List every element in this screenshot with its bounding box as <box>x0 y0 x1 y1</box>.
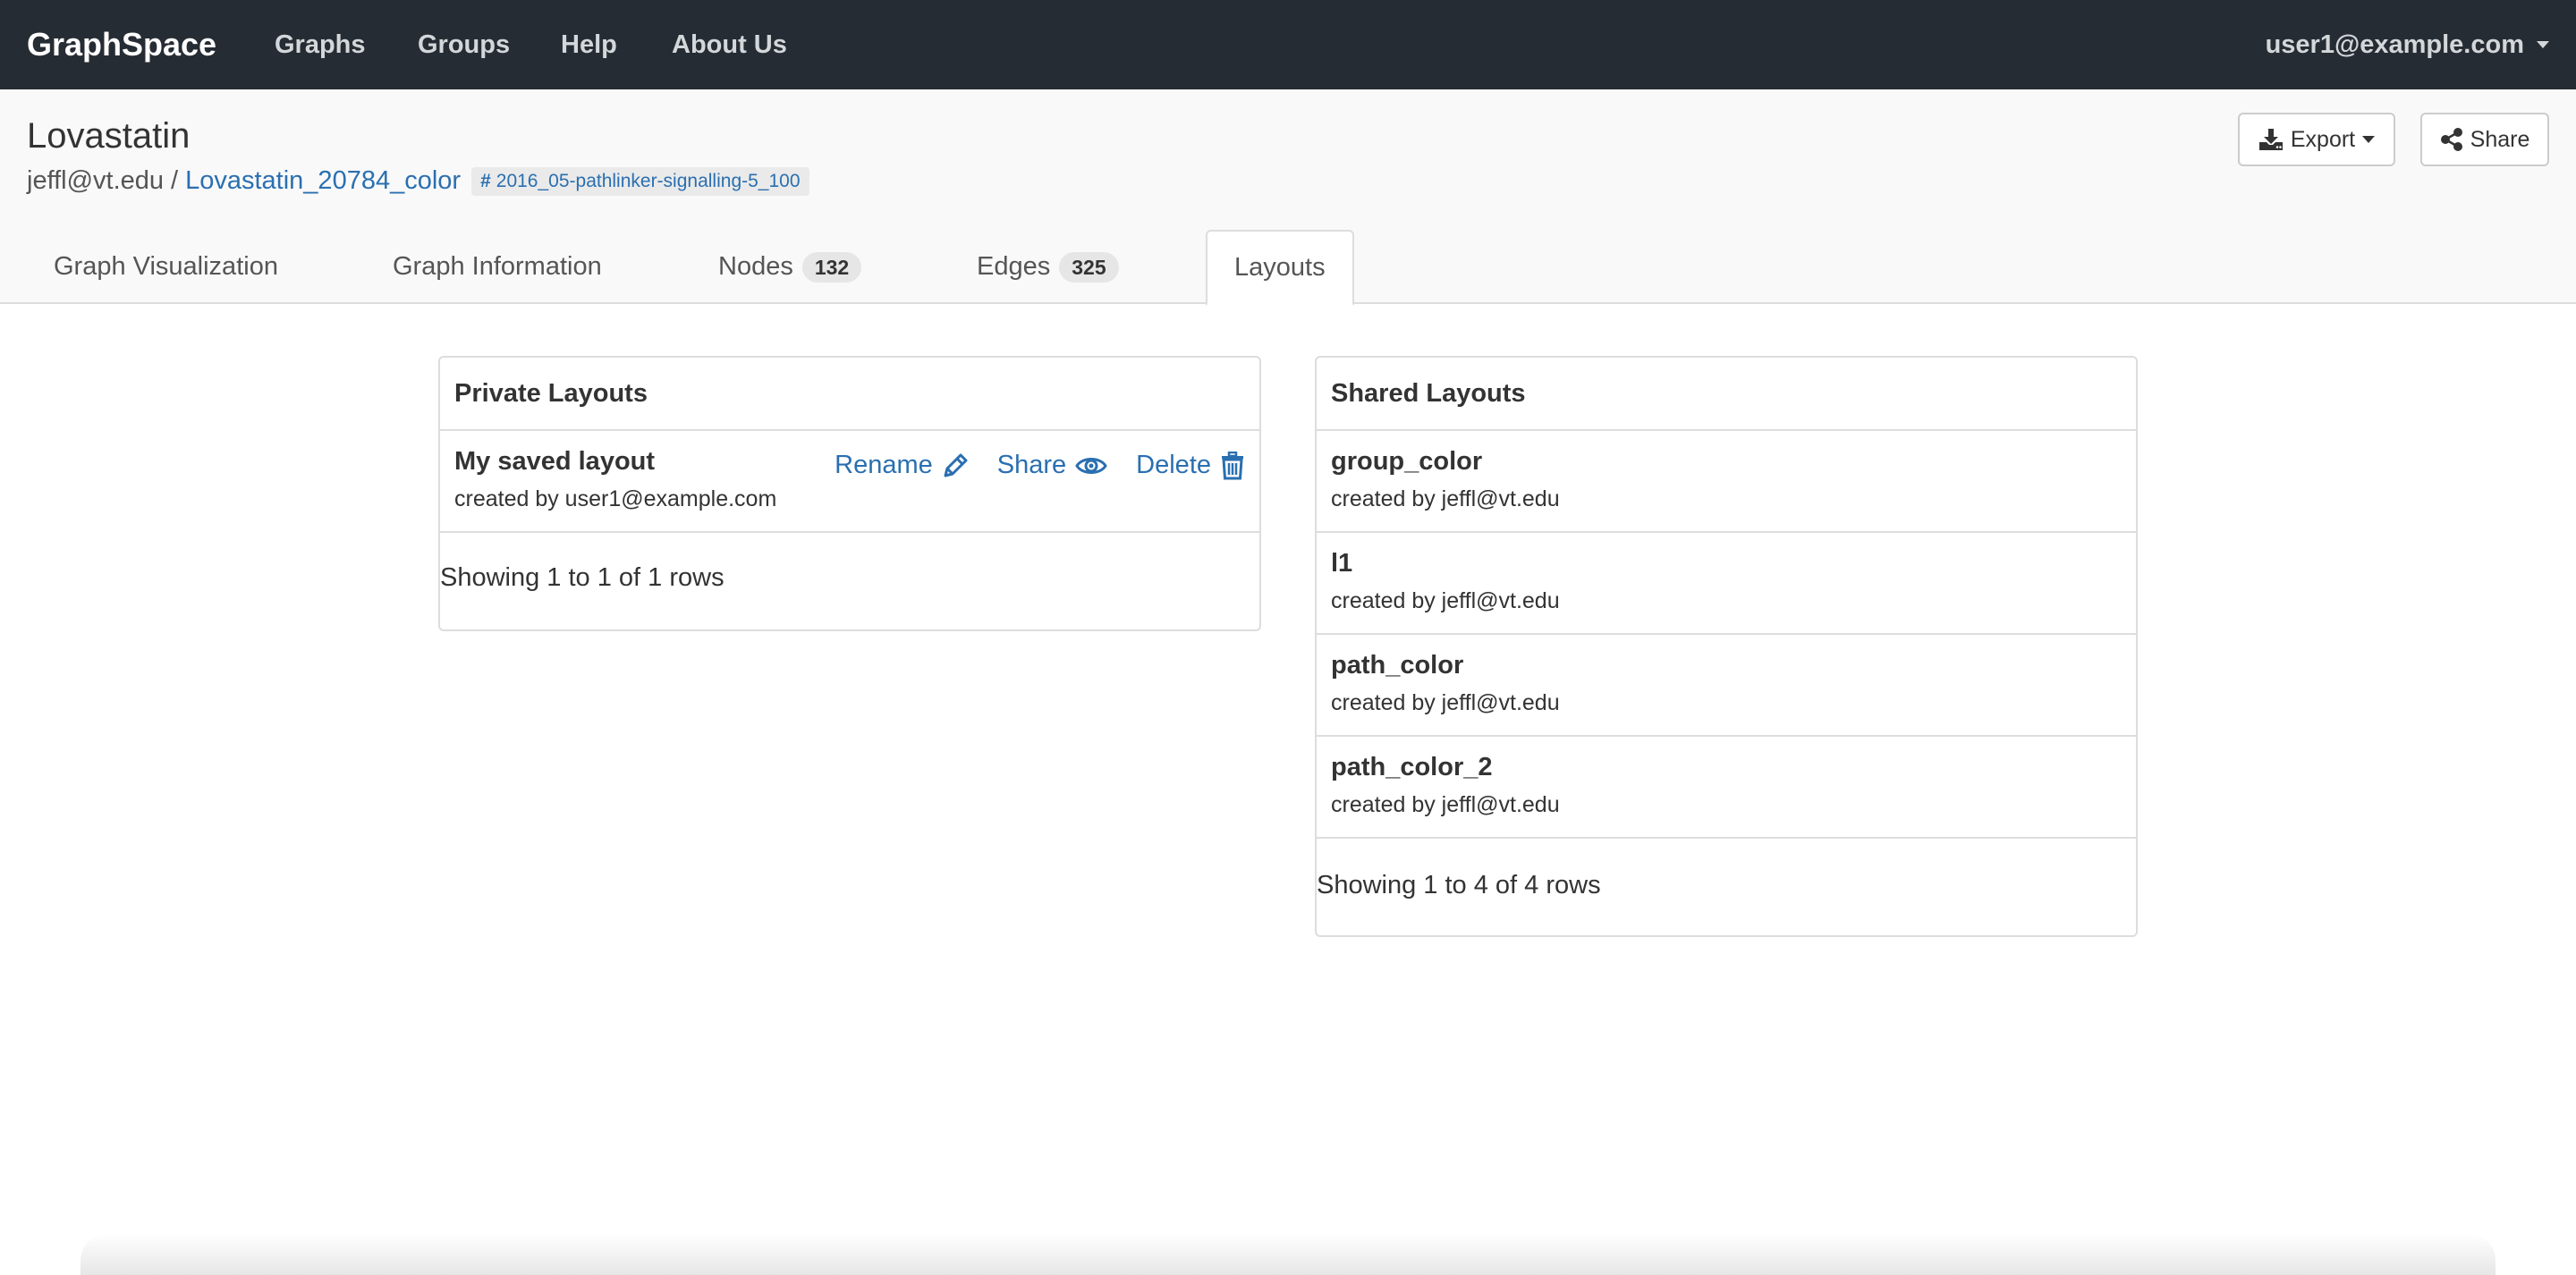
user-email: user1@example.com <box>2265 30 2524 59</box>
shared-layouts-panel: Shared Layouts group_color created by je… <box>1315 356 2138 937</box>
layout-name[interactable]: path_color_2 <box>1331 753 1493 782</box>
nav-about-us[interactable]: About Us <box>672 0 787 89</box>
layout-creator: created by jeffl@vt.edu <box>1331 792 1560 817</box>
graph-tag-label: 2016_05-pathlinker-signalling-5_100 <box>496 170 801 191</box>
top-navbar: GraphSpace Graphs Groups Help About Us u… <box>0 0 2576 89</box>
trash-icon <box>1222 451 1243 479</box>
tab-graph-information[interactable]: Graph Information <box>393 230 602 304</box>
export-label: Export <box>2290 126 2356 152</box>
edges-count-badge: 325 <box>1059 251 1119 283</box>
breadcrumb-separator: / <box>171 166 179 195</box>
eye-icon <box>1075 457 1107 474</box>
share-button[interactable]: Share <box>2420 113 2549 166</box>
export-button[interactable]: Export <box>2238 113 2395 166</box>
graph-tag[interactable]: # 2016_05-pathlinker-signalling-5_100 <box>471 166 809 196</box>
breadcrumb: jeffl@vt.edu / Lovastatin_20784_color # … <box>27 166 809 196</box>
tab-label: Graph Information <box>393 252 602 281</box>
download-icon <box>2258 129 2283 150</box>
rename-button[interactable]: Rename <box>835 451 969 480</box>
brand-logo[interactable]: GraphSpace <box>27 0 216 89</box>
graph-header: Lovastatin jeffl@vt.edu / Lovastatin_207… <box>0 89 2576 306</box>
layout-creator: created by jeffl@vt.edu <box>1331 690 1560 715</box>
delete-button[interactable]: Delete <box>1136 451 1245 480</box>
nav-groups[interactable]: Groups <box>418 0 510 89</box>
layout-name[interactable]: group_color <box>1331 447 1482 477</box>
tab-label: Graph Visualization <box>54 252 278 281</box>
row-actions: Rename Share Delete <box>835 451 1245 480</box>
layout-name[interactable]: My saved layout <box>454 447 655 477</box>
table-row[interactable]: My saved layout created by user1@example… <box>440 431 1259 533</box>
table-row[interactable]: l1 created by jeffl@vt.edu <box>1317 533 2136 635</box>
tab-label: Layouts <box>1234 253 1326 282</box>
rename-label: Rename <box>835 451 933 479</box>
graph-name-link[interactable]: Lovastatin_20784_color <box>185 166 461 196</box>
tab-graph-visualization[interactable]: Graph Visualization <box>54 230 278 304</box>
tab-nodes[interactable]: Nodes 132 <box>718 230 862 304</box>
layout-name[interactable]: path_color <box>1331 651 1463 680</box>
hashtag-icon: # <box>480 170 491 191</box>
layout-creator: created by user1@example.com <box>454 486 777 511</box>
tab-layouts[interactable]: Layouts <box>1206 230 1354 306</box>
tab-label: Nodes <box>718 252 793 281</box>
page-title: Lovastatin <box>27 116 191 156</box>
pagination-info: Showing 1 to 1 of 1 rows <box>440 563 724 592</box>
layout-creator: created by jeffl@vt.edu <box>1331 588 1560 613</box>
tab-edges[interactable]: Edges 325 <box>977 230 1119 304</box>
share-layout-button[interactable]: Share <box>997 451 1107 480</box>
table-row[interactable]: path_color_2 created by jeffl@vt.edu <box>1317 737 2136 839</box>
nav-help[interactable]: Help <box>561 0 617 89</box>
pagination-info: Showing 1 to 4 of 4 rows <box>1317 871 1601 899</box>
private-layouts-panel: Private Layouts My saved layout created … <box>438 356 1261 631</box>
share-icon <box>2440 128 2462 151</box>
panel-heading: Shared Layouts <box>1317 358 2136 431</box>
delete-label: Delete <box>1136 451 1211 479</box>
nodes-count-badge: 132 <box>801 251 862 283</box>
nav-graphs[interactable]: Graphs <box>275 0 366 89</box>
layout-name[interactable]: l1 <box>1331 549 1352 578</box>
chevron-down-icon <box>2362 136 2376 143</box>
share-label: Share <box>2470 126 2530 152</box>
tab-label: Edges <box>977 252 1051 281</box>
bottom-shadow <box>80 1234 2496 1275</box>
table-row[interactable]: path_color created by jeffl@vt.edu <box>1317 635 2136 737</box>
table-row[interactable]: group_color created by jeffl@vt.edu <box>1317 431 2136 533</box>
pencil-icon <box>944 453 968 477</box>
panel-heading: Private Layouts <box>440 358 1259 431</box>
share-layout-label: Share <box>996 451 1067 479</box>
chevron-down-icon <box>2537 41 2549 48</box>
graph-owner: jeffl@vt.edu <box>27 166 165 195</box>
layout-creator: created by jeffl@vt.edu <box>1331 486 1560 511</box>
user-menu[interactable]: user1@example.com <box>2266 0 2549 89</box>
